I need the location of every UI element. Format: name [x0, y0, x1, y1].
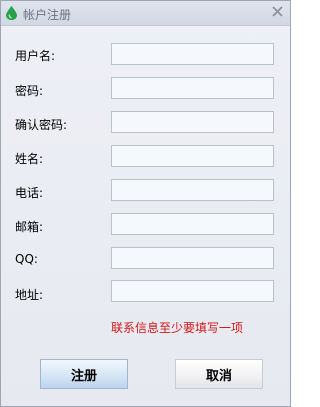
email-input[interactable] — [111, 213, 274, 235]
address-label: 地址: — [15, 288, 44, 302]
contact-required-notice: 联系信息至少要填写一项 — [111, 321, 244, 335]
name-input[interactable] — [111, 145, 274, 167]
qq-input[interactable] — [111, 247, 274, 269]
password-input[interactable] — [111, 77, 274, 99]
phone-input[interactable] — [111, 179, 274, 201]
username-input[interactable] — [111, 43, 274, 65]
cancel-button-label: 取消 — [205, 368, 232, 384]
title-bar[interactable]: 帐户注册 — [1, 1, 290, 26]
cancel-button[interactable]: 取消 — [175, 359, 263, 389]
register-button[interactable]: 注册 — [40, 359, 128, 389]
register-dialog: 帐户注册 用户名: 密码: 确认密码: 姓名: 电话: 邮箱: QQ: 地址: … — [0, 0, 291, 407]
window-title: 帐户注册 — [23, 8, 72, 22]
qq-label: QQ: — [15, 252, 38, 266]
confirm-password-label: 确认密码: — [15, 118, 68, 132]
name-label: 姓名: — [15, 152, 44, 166]
register-button-label: 注册 — [70, 368, 97, 384]
password-label: 密码: — [15, 84, 44, 98]
close-button[interactable] — [269, 5, 285, 21]
green-drop-icon — [6, 6, 17, 20]
close-icon — [271, 6, 283, 20]
address-input[interactable] — [111, 280, 274, 302]
email-label: 邮箱: — [15, 220, 44, 234]
username-label: 用户名: — [15, 49, 56, 63]
phone-label: 电话: — [15, 186, 44, 200]
confirm-password-input[interactable] — [111, 111, 274, 133]
